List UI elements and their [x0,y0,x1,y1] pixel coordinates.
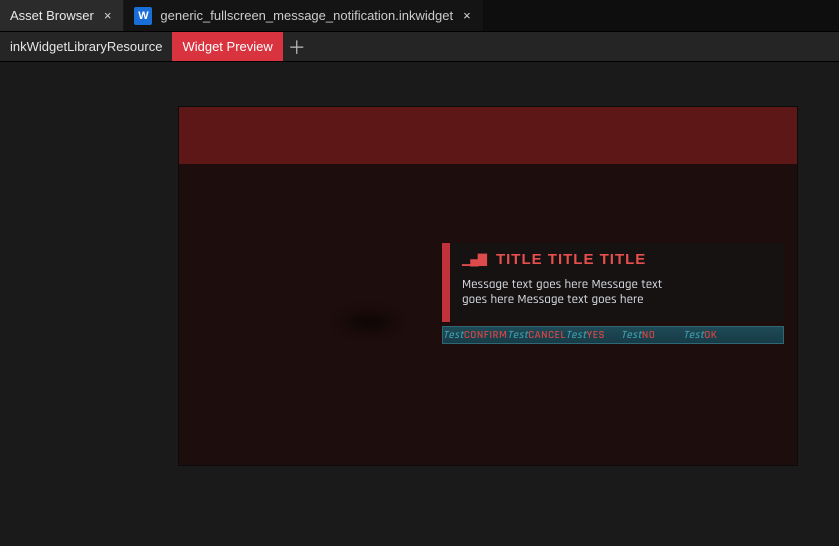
side-gutter [0,62,178,546]
tab-widget-preview[interactable]: Widget Preview [172,32,282,61]
hint-cancel[interactable]: Test CANCEL [507,328,565,342]
hint-prompt: Test [443,328,464,342]
notification-widget: ▁▄▇ TITLE TITLE TITLE Message text goes … [442,243,784,344]
hint-yes[interactable]: Test YES [566,328,605,342]
workspace: ▁▄▇ TITLE TITLE TITLE Message text goes … [0,62,839,546]
warning-icon: ▁▄▇ [462,252,486,268]
window-tabbar: Asset Browser × W generic_fullscreen_mes… [0,0,839,32]
hint-prompt: Test [683,328,704,342]
notification-header: ▁▄▇ TITLE TITLE TITLE [462,251,772,268]
notification-title: TITLE TITLE TITLE [496,251,646,268]
hint-prompt: Test [507,328,528,342]
accent-bar [442,243,450,322]
file-type-icon: W [134,7,152,25]
notification-body: ▁▄▇ TITLE TITLE TITLE Message text goes … [442,243,784,322]
tabbar-spacer [484,0,839,31]
hint-ok[interactable]: Test OK [683,328,717,342]
preview-background-banner [179,107,797,164]
preview-shadow-blob [334,307,404,337]
tab-resource[interactable]: inkWidgetLibraryResource [0,32,172,61]
tab-inkwidget-file[interactable]: W generic_fullscreen_message_notificatio… [124,0,483,31]
tab-label: Widget Preview [182,39,272,54]
notification-message: Message text goes here Message text goes… [462,278,682,308]
hint-label: NO [642,328,656,342]
input-hints-bar: Test CONFIRM Test CANCEL Test YES Test N… [442,326,784,344]
hint-label: YES [587,328,605,342]
hint-label: OK [704,328,717,342]
hint-confirm[interactable]: Test CONFIRM [443,328,507,342]
hint-prompt: Test [566,328,587,342]
preview-viewport[interactable]: ▁▄▇ TITLE TITLE TITLE Message text goes … [178,106,798,466]
tab-asset-browser[interactable]: Asset Browser × [0,0,124,31]
tab-label: Asset Browser [10,8,94,23]
hint-no[interactable]: Test NO [621,328,655,342]
plus-icon: ＋ [288,34,306,60]
close-icon[interactable]: × [461,8,473,23]
close-icon[interactable]: × [102,8,114,23]
hint-prompt: Test [621,328,642,342]
tab-label: inkWidgetLibraryResource [10,39,162,54]
notification-content: ▁▄▇ TITLE TITLE TITLE Message text goes … [450,243,784,322]
add-tab-button[interactable]: ＋ [283,32,311,61]
hint-label: CONFIRM [464,328,508,342]
editor-tabbar: inkWidgetLibraryResource Widget Preview … [0,32,839,62]
tab-label: generic_fullscreen_message_notification.… [160,8,453,23]
hint-label: CANCEL [528,328,566,342]
